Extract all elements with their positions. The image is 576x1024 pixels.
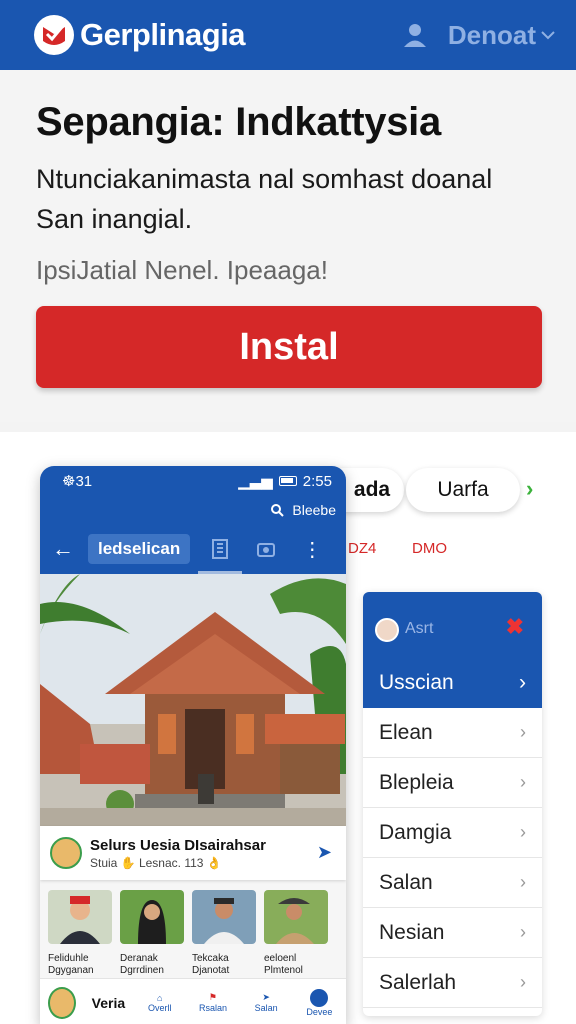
- side-menu-header: Asrt ✖ Usscian ›: [363, 592, 542, 708]
- check-logo-icon: [43, 26, 65, 45]
- home-icon: ⌂: [157, 992, 163, 1003]
- thumbnail-image: [264, 890, 328, 944]
- search-icon[interactable]: [270, 503, 285, 517]
- side-menu-item[interactable]: Elean ›: [363, 708, 542, 758]
- avatar: [50, 837, 82, 869]
- side-menu-user: Asrt: [405, 620, 434, 637]
- hero-section: Sepangia: Indkattysia Ntunciakanimasta n…: [0, 70, 576, 422]
- install-button[interactable]: Instal: [36, 306, 542, 388]
- bottom-nav-item-3[interactable]: ➤ Salan: [248, 992, 285, 1013]
- thumbnail-image: [120, 890, 184, 944]
- post-title: Selurs Uesia DIsairahsar: [90, 836, 266, 854]
- side-menu-item[interactable]: Salan ›: [363, 858, 542, 908]
- side-menu-item[interactable]: Damgia ›: [363, 808, 542, 858]
- chevron-right-icon: ›: [520, 722, 526, 742]
- chevron-right-icon: ›: [520, 922, 526, 942]
- status-time: ☸31: [62, 473, 93, 490]
- page-title: Sepangia: Indkattysia: [36, 100, 441, 144]
- avatar[interactable]: [48, 986, 76, 1019]
- side-menu-item-label: Salerlah: [379, 970, 457, 994]
- side-menu-item-label: Salan: [379, 870, 433, 894]
- user-icon[interactable]: [400, 20, 430, 50]
- phone-bottom-nav: Veria ⌂ Overll ⚑ Rsalan ➤ Salan Devee: [40, 978, 346, 1024]
- post-subtitle: Stuia ✋ Lesnac. 113 👌: [90, 855, 222, 870]
- side-menu-item-label: Nesian: [379, 920, 445, 944]
- chevron-right-icon: ›: [520, 772, 526, 792]
- building-icon[interactable]: [210, 538, 230, 560]
- list-item[interactable]: Deranak Dgrrdinen: [120, 890, 184, 978]
- chevron-right-icon: ›: [520, 972, 526, 992]
- hero-description-line2: San inangial.: [36, 204, 193, 234]
- post-card[interactable]: Selurs Uesia DIsairahsar Stuia ✋ Lesnac.…: [40, 826, 346, 880]
- side-menu-item-active[interactable]: Usscian ›: [363, 660, 542, 706]
- back-arrow-icon[interactable]: ←: [52, 536, 82, 562]
- side-menu: Asrt ✖ Usscian › Elean › Blepleia › Damgia…: [363, 592, 542, 1016]
- profile-icon: [310, 988, 329, 1007]
- app-logo[interactable]: [34, 15, 74, 55]
- battery-icon: [278, 476, 297, 486]
- flag-icon: ⚑: [208, 992, 217, 1002]
- bottom-nav-label: Veria: [91, 994, 126, 1011]
- camera-icon[interactable]: [256, 540, 276, 558]
- side-menu-item[interactable]: Nesian ›: [363, 908, 542, 958]
- hero-description-line1: Ntunciakanimasta nal somhast doanal: [36, 164, 493, 194]
- subbar-label: Bleebe: [292, 502, 336, 518]
- more-menu-icon[interactable]: ⋮: [302, 537, 322, 562]
- chevron-right-icon: ›: [520, 822, 526, 842]
- status-clock: 2:55: [302, 472, 332, 490]
- chevron-right-icon: ›: [520, 872, 526, 892]
- app-brand-name: Gerplinagia: [80, 17, 246, 52]
- thumbnail-image: [48, 890, 112, 944]
- phone-nav-title[interactable]: ledselican: [88, 534, 191, 564]
- chevron-down-icon: [541, 31, 555, 40]
- app-bar: Gerplinagia Denoat: [0, 0, 576, 70]
- thumbnail-image: [192, 890, 256, 944]
- code-label-1: DZ4: [348, 540, 377, 557]
- bottom-nav-item-1[interactable]: ⌂ Overll: [141, 993, 178, 1013]
- bottom-nav-item-2[interactable]: ⚑ Rsalan: [194, 992, 231, 1013]
- chevron-right-icon: ›: [519, 671, 526, 694]
- account-name: Denoat: [447, 19, 536, 50]
- phone-navbar: ← ledselican ⋮: [40, 524, 346, 574]
- chevron-right-icon[interactable]: ›: [526, 476, 533, 502]
- thumbnail-caption: Feliduhle Dgyganan: [48, 953, 94, 976]
- thumbnail-list: Feliduhle Dgyganan Deranak Dgrrdinen Tekca…: [40, 880, 346, 978]
- status-bar: ☸31 ▁▃▅ 2:55: [40, 466, 346, 496]
- bottom-nav-item-4[interactable]: Devee: [301, 988, 338, 1017]
- list-item[interactable]: eeloenl Plmtenol: [264, 890, 328, 978]
- side-menu-item[interactable]: Salerlah ›: [363, 958, 542, 1008]
- side-menu-item[interactable]: Blepleia ›: [363, 758, 542, 808]
- signal-icon: ▁▃▅: [238, 473, 273, 490]
- avatar: [375, 618, 399, 642]
- list-item[interactable]: Tekcaka Djanotat: [192, 890, 256, 978]
- side-menu-item-label: Blepleia: [379, 770, 454, 794]
- hero-subtitle: IpsiJatial Nenel. Ipeaaga!: [36, 255, 328, 285]
- arrow-icon: ➤: [262, 992, 270, 1002]
- close-icon[interactable]: ✖: [506, 614, 524, 640]
- side-menu-item-label: Damgia: [379, 820, 452, 844]
- thumbnail-caption: Tekcaka Djanotat: [192, 953, 230, 976]
- thumbnail-caption: eeloenl Plmtenol: [264, 953, 303, 976]
- side-menu-item-label: Usscian: [379, 671, 454, 694]
- status-icons: ▁▃▅ 2:55: [238, 472, 332, 491]
- chip-uarfa[interactable]: Uarfa: [406, 468, 520, 512]
- house-photo: [40, 574, 346, 826]
- send-icon[interactable]: ➤: [317, 842, 332, 863]
- account-dropdown[interactable]: Denoat: [448, 20, 556, 51]
- hero-description: Ntunciakanimasta nal somhast doanal San …: [36, 159, 540, 239]
- phone-mockup: ☸31 ▁▃▅ 2:55 Bleebe ← ledselican ⋮ Selur…: [40, 466, 346, 1024]
- list-item[interactable]: Feliduhle Dgyganan: [48, 890, 112, 978]
- code-label-2: DMO: [412, 540, 447, 557]
- phone-subbar: Bleebe: [40, 496, 346, 524]
- side-menu-item-label: Elean: [379, 720, 433, 744]
- tab-indicator: [198, 571, 242, 574]
- thumbnail-caption: Deranak Dgrrdinen: [120, 953, 164, 976]
